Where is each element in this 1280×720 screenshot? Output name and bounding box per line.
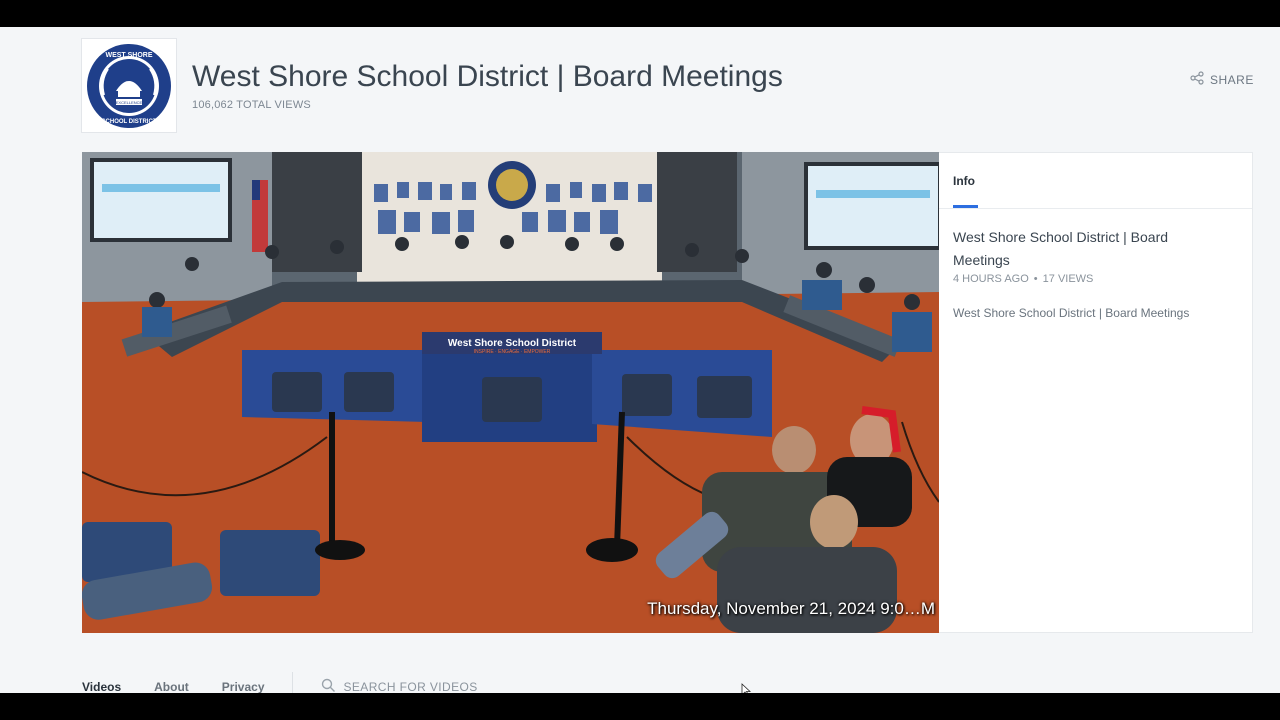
search-input[interactable]: SEARCH FOR VIDEOS	[321, 678, 478, 693]
video-timestamp-overlay: Thursday, November 21, 2024 9:0…M	[647, 599, 935, 618]
tab-info[interactable]: Info	[953, 174, 975, 188]
video-description: West Shore School District | Board Meeti…	[953, 306, 1190, 320]
bottom-letterbox	[0, 693, 1280, 720]
search-icon	[321, 678, 336, 693]
mouse-cursor-icon	[741, 683, 752, 693]
share-label: SHARE	[1210, 72, 1254, 87]
meta-separator: •	[1033, 273, 1038, 285]
top-letterbox	[0, 0, 1280, 27]
video-title: West Shore School District | Board Meeti…	[953, 229, 1169, 268]
channel-nav: Videos About Privacy SEARCH FOR VIDEOS	[82, 672, 478, 693]
table-banner-subtext: INSPIRE · ENGAGE · EMPOWER	[474, 349, 551, 355]
channel-title: West Shore School District | Board Meeti…	[192, 60, 783, 93]
nav-about[interactable]: About	[154, 680, 189, 693]
total-views: 106,062 TOTAL VIEWS	[192, 99, 311, 111]
channel-logo[interactable]: WEST SHORE SCHOOL DISTRICT EXCELLENCE	[81, 38, 177, 133]
nav-privacy[interactable]: Privacy	[222, 680, 265, 693]
share-button[interactable]: SHARE	[1190, 71, 1254, 88]
video-meta: 4 HOURS AGO • 17 VIEWS	[953, 273, 1093, 285]
info-panel: Info West Shore School District | Board …	[939, 152, 1253, 633]
posted-time: 4 HOURS AGO	[953, 273, 1029, 285]
nav-videos[interactable]: Videos	[82, 680, 121, 693]
channel-page: WEST SHORE SCHOOL DISTRICT EXCELLENCE We…	[0, 27, 1280, 693]
search-placeholder: SEARCH FOR VIDEOS	[343, 680, 478, 693]
video-views: 17 VIEWS	[1042, 273, 1094, 285]
svg-text:SCHOOL DISTRICT: SCHOOL DISTRICT	[102, 119, 157, 125]
table-banner-text: West Shore School District	[448, 338, 577, 349]
video-player[interactable]: West Shore School District INSPIRE · ENG…	[82, 152, 939, 633]
nav-divider	[291, 672, 293, 693]
video-frame: West Shore School District INSPIRE · ENG…	[82, 152, 939, 633]
svg-text:EXCELLENCE: EXCELLENCE	[116, 100, 143, 105]
share-icon	[1190, 71, 1204, 88]
info-divider	[939, 208, 1252, 209]
svg-text:WEST SHORE: WEST SHORE	[105, 52, 152, 59]
